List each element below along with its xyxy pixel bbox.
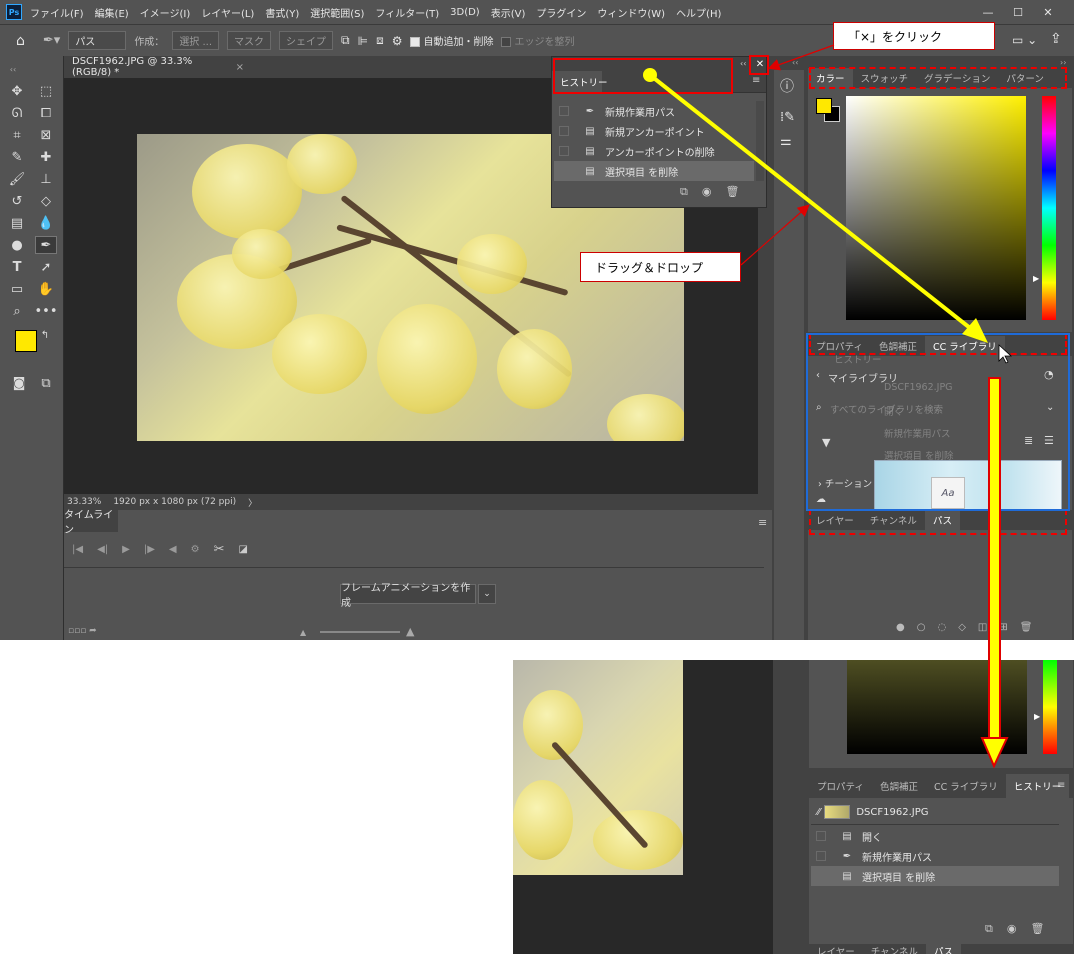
drag-callout-arrow [740,204,810,266]
mouse-cursor-icon [998,344,1013,364]
color-panel-foreground-swatch[interactable] [816,98,832,114]
drag-path-arrow [648,73,972,330]
drag-path-arrowhead [962,318,988,343]
result-arrowhead [980,737,1009,769]
annotation-arrows [643,44,1013,769]
result-arrow-shaft [988,377,1001,739]
close-callout-arrow [767,44,835,71]
